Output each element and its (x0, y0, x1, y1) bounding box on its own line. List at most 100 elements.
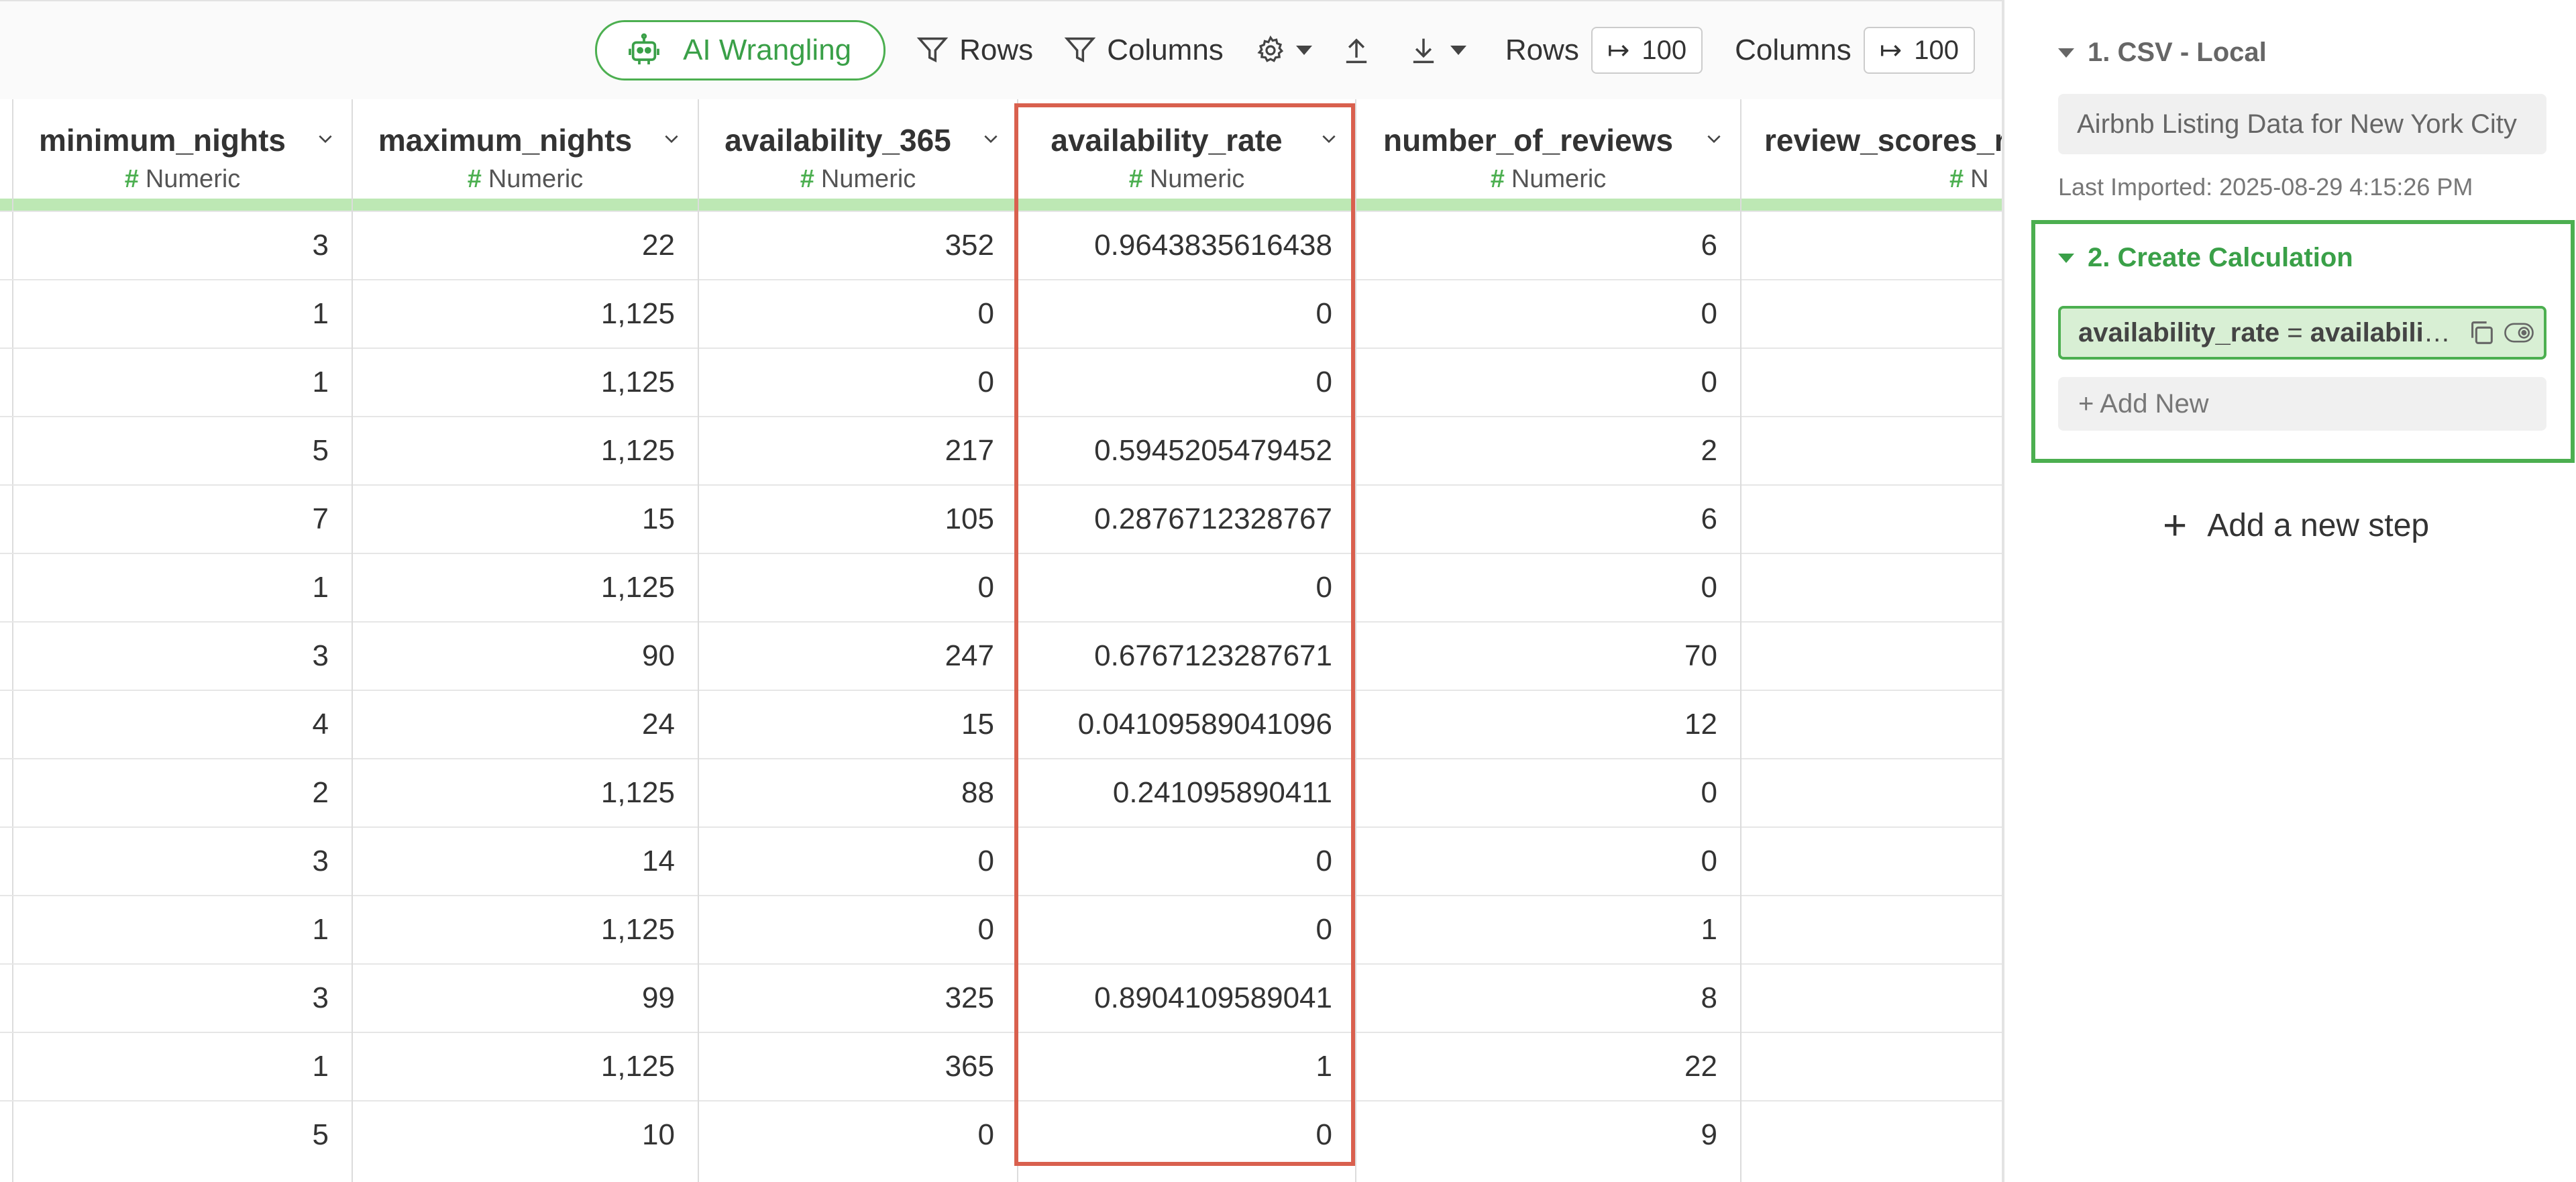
table-cell[interactable]: 0 (1018, 347, 1355, 416)
table-cell[interactable]: 1,125 (353, 758, 698, 826)
table-cell[interactable]: 88 (699, 758, 1017, 826)
table-cell[interactable] (1741, 963, 2003, 1032)
column-header[interactable]: number_of_reviews # Numeric (1356, 99, 1740, 199)
table-cell[interactable]: 0 (1356, 279, 1740, 347)
table-cell[interactable]: 0 (1356, 553, 1740, 621)
table-cell[interactable]: 0.6767123287671 (1018, 621, 1355, 690)
table-cell[interactable]: 1 (13, 347, 352, 416)
table-cell[interactable]: 3 (13, 621, 352, 690)
table-cell[interactable]: 1 (1018, 1032, 1355, 1100)
table-cell[interactable] (1741, 484, 2003, 553)
column-header[interactable]: review_scores_r # N (1741, 99, 2003, 199)
upload-button[interactable] (1339, 33, 1383, 68)
table-cell[interactable]: 0 (1018, 1100, 1355, 1169)
table-cell[interactable]: 0 (1018, 826, 1355, 895)
table-cell[interactable] (1741, 621, 2003, 690)
table-cell[interactable]: 325 (699, 963, 1017, 1032)
table-cell[interactable]: 1,125 (353, 416, 698, 484)
table-cell[interactable]: 90 (353, 621, 698, 690)
table-cell[interactable]: 0.04109589041096 (1018, 690, 1355, 758)
step-1-header[interactable]: 1. CSV - Local (2058, 38, 2267, 68)
table-cell[interactable] (1741, 895, 2003, 963)
table-cell[interactable]: 22 (1356, 1032, 1740, 1100)
chevron-down-icon[interactable] (1320, 130, 1338, 148)
columns-filter-button[interactable]: Columns (1063, 33, 1224, 68)
column-header[interactable]: availability_rate # Numeric (1018, 99, 1355, 199)
table-cell[interactable]: 247 (699, 621, 1017, 690)
table-cell[interactable]: 14 (353, 826, 698, 895)
table-cell[interactable]: 15 (699, 690, 1017, 758)
table-cell[interactable]: 0 (1356, 347, 1740, 416)
table-cell[interactable]: 6 (1356, 484, 1740, 553)
table-cell[interactable]: 105 (699, 484, 1017, 553)
table-cell[interactable]: 4 (13, 690, 352, 758)
table-cell[interactable]: 0 (699, 1100, 1017, 1169)
table-cell[interactable]: 1,125 (353, 553, 698, 621)
chevron-down-icon[interactable] (317, 130, 334, 148)
table-cell[interactable] (1741, 758, 2003, 826)
settings-menu-button[interactable] (1254, 34, 1312, 66)
table-cell[interactable] (1741, 826, 2003, 895)
table-cell[interactable]: 3 (13, 211, 352, 279)
table-cell[interactable] (1741, 1100, 2003, 1169)
add-new-calculation-button[interactable]: + Add New (2058, 377, 2546, 431)
table-cell[interactable]: 70 (1356, 621, 1740, 690)
table-cell[interactable]: 10 (353, 1100, 698, 1169)
table-cell[interactable]: 2 (13, 758, 352, 826)
chevron-down-icon[interactable] (1705, 130, 1723, 148)
table-cell[interactable]: 9 (1356, 1100, 1740, 1169)
table-cell[interactable]: 365 (699, 1032, 1017, 1100)
table-cell[interactable]: 12 (1356, 690, 1740, 758)
table-cell[interactable]: 3 (13, 963, 352, 1032)
table-cell[interactable]: 1 (13, 279, 352, 347)
table-cell[interactable]: 3 (13, 826, 352, 895)
rows-limit-input[interactable]: ↦ 100 (1591, 27, 1703, 74)
table-cell[interactable] (1741, 211, 2003, 279)
table-cell[interactable]: 0.9643835616438 (1018, 211, 1355, 279)
table-cell[interactable]: 1,125 (353, 347, 698, 416)
table-cell[interactable]: 0.2876712328767 (1018, 484, 1355, 553)
chevron-down-icon[interactable] (663, 130, 680, 148)
table-cell[interactable]: 99 (353, 963, 698, 1032)
table-cell[interactable]: 1 (1356, 895, 1740, 963)
table-cell[interactable]: 1,125 (353, 1032, 698, 1100)
table-cell[interactable] (1741, 347, 2003, 416)
data-source-name[interactable]: Airbnb Listing Data for New York City (2058, 94, 2546, 154)
table-cell[interactable]: 0 (699, 279, 1017, 347)
chevron-down-icon[interactable] (982, 130, 1000, 148)
columns-limit-input[interactable]: ↦ 100 (1863, 27, 1975, 74)
table-cell[interactable]: 217 (699, 416, 1017, 484)
table-cell[interactable]: 2 (1356, 416, 1740, 484)
table-cell[interactable]: 0.241095890411 (1018, 758, 1355, 826)
column-header[interactable]: maximum_nights # Numeric (353, 99, 698, 199)
table-cell[interactable]: 0 (1018, 553, 1355, 621)
table-cell[interactable]: 1,125 (353, 895, 698, 963)
table-cell[interactable] (1741, 690, 2003, 758)
table-cell[interactable]: 8 (1356, 963, 1740, 1032)
table-cell[interactable]: 0 (1018, 895, 1355, 963)
download-menu-button[interactable] (1406, 33, 1466, 68)
table-cell[interactable] (1741, 1032, 2003, 1100)
table-cell[interactable]: 0 (699, 553, 1017, 621)
table-cell[interactable]: 22 (353, 211, 698, 279)
table-cell[interactable] (1741, 416, 2003, 484)
table-cell[interactable]: 1 (13, 553, 352, 621)
table-cell[interactable]: 1 (13, 895, 352, 963)
table-cell[interactable]: 0 (1018, 279, 1355, 347)
table-cell[interactable] (1741, 553, 2003, 621)
visibility-toggle-icon[interactable] (2504, 317, 2534, 348)
table-cell[interactable]: 0 (699, 895, 1017, 963)
table-cell[interactable]: 0 (1356, 826, 1740, 895)
table-cell[interactable]: 0 (699, 347, 1017, 416)
ai-wrangling-button[interactable]: AI Wrangling (595, 20, 886, 80)
table-cell[interactable]: 352 (699, 211, 1017, 279)
table-cell[interactable] (1741, 279, 2003, 347)
table-cell[interactable]: 6 (1356, 211, 1740, 279)
table-cell[interactable]: 7 (13, 484, 352, 553)
rows-filter-button[interactable]: Rows (915, 33, 1033, 68)
table-cell[interactable]: 0 (1356, 758, 1740, 826)
table-cell[interactable]: 24 (353, 690, 698, 758)
calculation-chip[interactable]: availability_rate = availability_365 / 3… (2058, 306, 2546, 360)
table-cell[interactable]: 0 (699, 826, 1017, 895)
table-cell[interactable]: 1,125 (353, 279, 698, 347)
